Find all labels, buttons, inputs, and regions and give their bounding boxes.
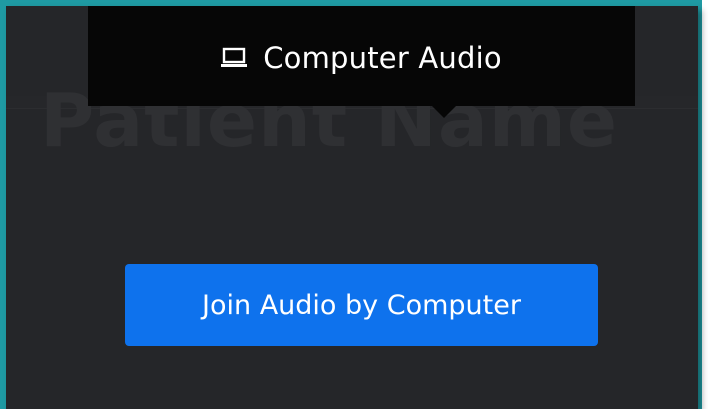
tooltip-content: Computer Audio: [88, 6, 635, 106]
audio-dialog: Patient Name Computer Audio Join Audio b…: [6, 6, 698, 409]
computer-audio-tooltip: Computer Audio: [88, 6, 635, 118]
laptop-icon: [221, 47, 248, 69]
tooltip-label: Computer Audio: [263, 41, 502, 75]
join-audio-button[interactable]: Join Audio by Computer: [125, 264, 598, 346]
tooltip-caret: [432, 106, 456, 118]
window-frame: Patient Name Computer Audio Join Audio b…: [0, 0, 702, 409]
